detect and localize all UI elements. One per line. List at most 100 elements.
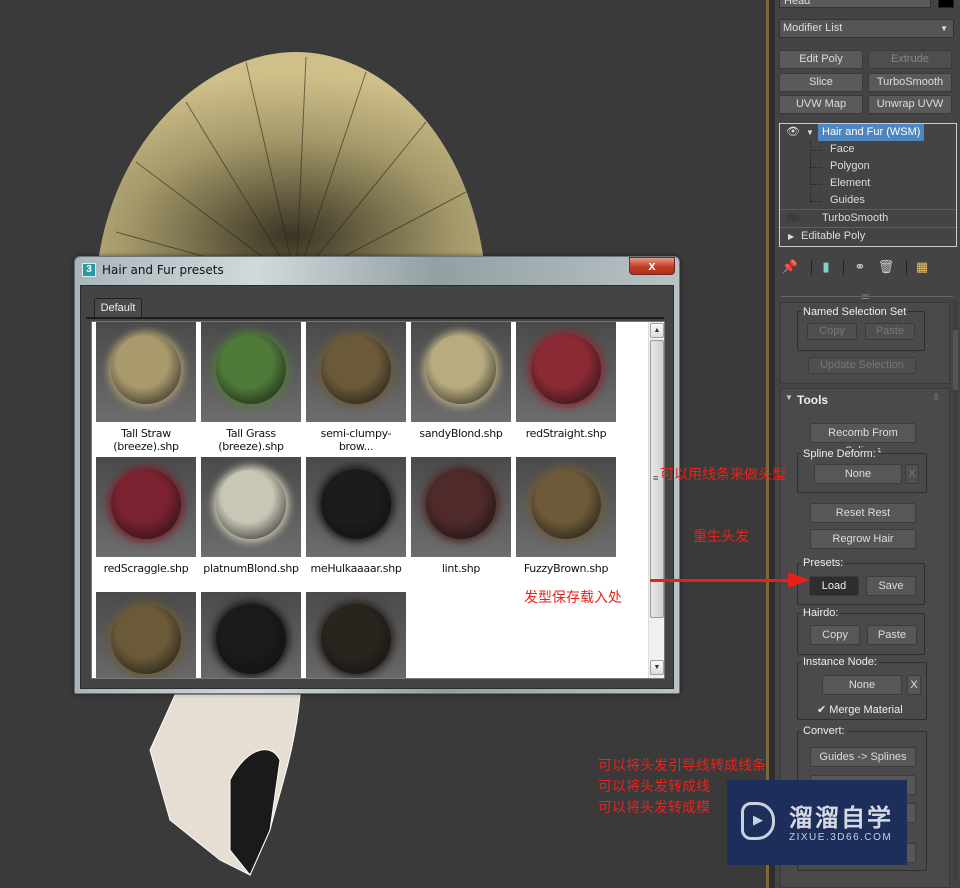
hair-ball-preview	[531, 334, 601, 404]
pin-stack-icon[interactable]: 📌	[781, 258, 799, 276]
3dsmax-app-icon: 3	[82, 263, 96, 277]
preset-thumbnail	[306, 457, 406, 557]
preset-tile[interactable]: Tall Straw (breeze).shp	[96, 322, 196, 453]
edit-poly-button[interactable]: Edit Poly	[779, 50, 863, 69]
hair-ball-preview	[426, 334, 496, 404]
stack-subobject-face[interactable]: Face	[780, 141, 956, 158]
preset-label: sandyBlond.shp	[419, 427, 503, 440]
close-icon: x	[648, 258, 656, 273]
named-set-copy-button[interactable]: Copy	[807, 323, 857, 340]
eye-icon[interactable]: 👁	[786, 124, 800, 141]
hair-ball-preview	[321, 469, 391, 539]
scroll-up-button[interactable]: ▲	[650, 323, 664, 338]
unwrap-uvw-button[interactable]: Unwrap UVW	[868, 95, 952, 114]
preset-thumbnail	[306, 322, 406, 422]
eye-off-icon[interactable]	[786, 214, 800, 222]
make-unique-icon[interactable]: ⚭	[851, 258, 869, 276]
command-panel-scrollbar[interactable]	[953, 300, 958, 880]
slice-button[interactable]: Slice	[779, 73, 863, 92]
scrollbar-thumb[interactable]	[953, 330, 958, 390]
spline-deform-pick-button[interactable]: None	[814, 464, 902, 484]
preset-thumbnail	[411, 322, 511, 422]
watermark-url: ZIXUE.3D66.COM	[789, 832, 893, 843]
recomb-from-splines-button[interactable]: Recomb From Splines	[810, 423, 916, 457]
stack-subobject-guides[interactable]: Guides	[780, 192, 956, 209]
configure-modifier-sets-icon[interactable]: ▦	[913, 258, 931, 276]
collapse-triangle-icon[interactable]: ▼	[785, 393, 793, 402]
presets-grid: ▲ ≡ ▼ Tall Straw (breeze).shp Tall Grass …	[91, 321, 665, 679]
turbosmooth-button[interactable]: TurboSmooth	[868, 73, 952, 92]
preset-thumbnail	[96, 457, 196, 557]
stack-subobject-polygon[interactable]: Polygon	[780, 158, 956, 175]
named-set-paste-button[interactable]: Paste	[865, 323, 915, 340]
preset-tile[interactable]: semi-clumpy-brow...	[306, 322, 406, 453]
command-panel: Head Modifier List ▼ Edit Poly Extrude S…	[775, 0, 960, 888]
preset-tile[interactable]: sandyBlond.shp	[411, 322, 511, 440]
remove-modifier-icon[interactable]: 🗑	[877, 258, 895, 276]
modifier-list-dropdown[interactable]: Modifier List ▼	[779, 19, 954, 38]
preset-label: FuzzyBrown.shp	[523, 562, 609, 575]
presets-scrollbar[interactable]: ▲ ≡ ▼	[648, 322, 664, 678]
head-mesh[interactable]	[130, 690, 400, 880]
preset-tile[interactable]: FuzzyBrown.shp	[516, 457, 616, 575]
hairdo-paste-button[interactable]: Paste	[867, 625, 917, 645]
spline-deform-label: Spline Deform:	[801, 448, 878, 460]
resize-grip-icon[interactable]: ::::::	[861, 292, 869, 301]
stack-subobject-element[interactable]: Element	[780, 175, 956, 192]
expand-triangle-icon[interactable]: ▼	[806, 124, 814, 141]
guides-to-splines-button[interactable]: Guides -> Splines	[810, 747, 916, 767]
hair-ball-preview	[216, 469, 286, 539]
update-selection-button[interactable]: Update Selection	[808, 357, 916, 374]
preset-thumbnail	[306, 592, 406, 678]
preset-thumbnail	[96, 322, 196, 422]
stack-item-editable-poly[interactable]: ▶ Editable Poly	[780, 228, 956, 245]
annotation-convert-3: 可以将头发转成模	[598, 800, 710, 816]
regrow-hair-button[interactable]: Regrow Hair	[810, 529, 916, 549]
tools-rollout-title[interactable]: Tools	[797, 393, 828, 407]
preset-thumbnail	[201, 457, 301, 557]
hairdo-label: Hairdo:	[801, 607, 841, 619]
tab-default[interactable]: Default	[94, 298, 142, 318]
instance-node-label: Instance Node:	[801, 656, 879, 668]
preset-tile[interactable]	[201, 592, 301, 678]
merge-material-label: Merge Material	[829, 704, 903, 716]
hairdo-copy-button[interactable]: Copy	[810, 625, 860, 645]
extrude-button[interactable]: Extrude	[868, 50, 952, 69]
close-button[interactable]: x	[629, 257, 675, 275]
presets-load-button[interactable]: Load	[809, 576, 859, 596]
hair-presets-dialog: 3 Hair and Fur presets x Default ▲ ≡ ▼ T…	[74, 256, 680, 694]
show-end-result-icon[interactable]: ▮	[817, 258, 835, 276]
preset-thumbnail	[96, 592, 196, 678]
spline-deform-clear-button[interactable]: X	[905, 464, 919, 484]
stack-item-hair-and-fur[interactable]: 👁 ▼ Hair and Fur (WSM)	[780, 124, 956, 141]
hair-ball-preview	[426, 469, 496, 539]
preset-tile[interactable]: redStraight.shp	[516, 322, 616, 440]
dialog-title-bar[interactable]: 3 Hair and Fur presets x	[75, 257, 679, 285]
preset-tile[interactable]: Tall Grass (breeze).shp	[201, 322, 301, 453]
preset-thumbnail	[516, 457, 616, 557]
preset-tile[interactable]	[96, 592, 196, 678]
preset-tile[interactable]	[306, 592, 406, 678]
preset-tile[interactable]: meHulkaaaar.shp	[306, 457, 406, 575]
object-color-swatch[interactable]	[938, 0, 954, 8]
preset-label: redScraggle.shp	[103, 562, 189, 575]
instance-node-pick-button[interactable]: None	[822, 675, 902, 695]
dialog-title: Hair and Fur presets	[102, 263, 224, 277]
watermark: 溜溜自学 ZIXUE.3D66.COM	[727, 780, 907, 865]
uvw-map-button[interactable]: UVW Map	[779, 95, 863, 114]
expand-triangle-icon[interactable]: ▶	[788, 228, 794, 245]
presets-save-button[interactable]: Save	[866, 576, 916, 596]
presets-label: Presets:	[801, 557, 846, 569]
preset-tile[interactable]: redScraggle.shp	[96, 457, 196, 575]
scroll-down-button[interactable]: ▼	[650, 660, 664, 675]
instance-node-clear-button[interactable]: X	[907, 675, 921, 695]
hair-ball-preview	[216, 334, 286, 404]
drag-handle-icon[interactable]: ⠿	[933, 393, 939, 402]
hair-object[interactable]	[96, 52, 486, 282]
preset-tile[interactable]: platnumBlond.shp	[201, 457, 301, 575]
object-name-field[interactable]: Head	[779, 0, 931, 8]
merge-material-checkbox[interactable]: ✔ Merge Material	[817, 704, 903, 716]
stack-item-turbosmooth[interactable]: TurboSmooth	[780, 210, 956, 227]
reset-rest-button[interactable]: Reset Rest	[810, 503, 916, 523]
preset-tile[interactable]: lint.shp	[411, 457, 511, 575]
